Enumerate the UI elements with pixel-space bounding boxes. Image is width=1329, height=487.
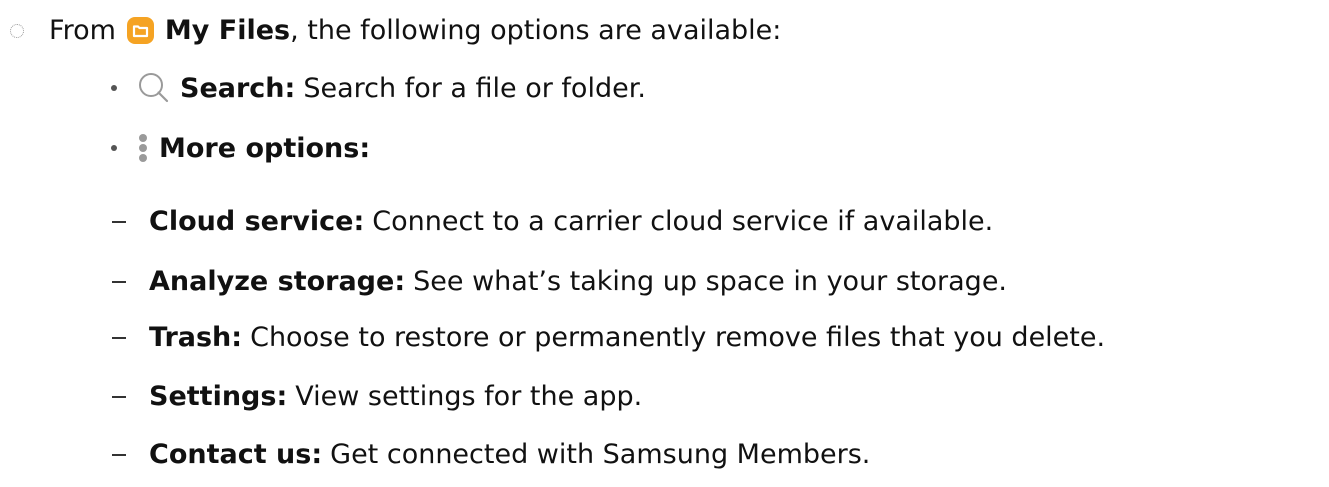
more-options-label: More options <box>159 132 360 164</box>
search-option-label: Search <box>180 72 285 104</box>
more-options-colon: : <box>359 132 371 164</box>
search-icon <box>137 71 171 105</box>
more-option-settings: Settings : View settings for the app. <box>112 383 642 410</box>
contact-us-colon: : <box>311 439 323 470</box>
more-option-trash: Trash : Choose to restore or permanently… <box>112 324 1105 351</box>
contact-us-label: Contact us <box>149 439 312 470</box>
list-bullet <box>111 85 117 91</box>
sub-list-dash <box>112 453 126 456</box>
analyze-storage-description: See what’s taking up space in your stora… <box>413 266 1008 297</box>
intro-line: From My Files , the following options ar… <box>10 16 781 45</box>
analyze-storage-label: Analyze storage <box>149 266 395 297</box>
trash-description: Choose to restore or permanently remove … <box>250 322 1106 353</box>
trash-colon: : <box>231 322 243 353</box>
more-options-icon <box>137 133 149 163</box>
intro-prefix: From <box>49 15 116 46</box>
step-bullet-icon <box>10 23 24 38</box>
search-option-description: Search for a file or folder. <box>303 72 646 104</box>
sub-list-dash <box>112 336 126 339</box>
app-name: My Files <box>164 15 291 46</box>
more-option-cloud-service: Cloud service : Connect to a carrier clo… <box>112 208 993 235</box>
cloud-service-label: Cloud service <box>149 206 354 237</box>
cloud-service-colon: : <box>353 206 365 237</box>
sub-list-dash <box>112 280 126 283</box>
sub-list-dash <box>112 395 126 398</box>
contact-us-description: Get connected with Samsung Members. <box>330 439 871 470</box>
settings-description: View settings for the app. <box>295 381 643 412</box>
sub-list-dash <box>112 220 126 223</box>
cloud-service-description: Connect to a carrier cloud service if av… <box>372 206 994 237</box>
folder-icon <box>126 16 155 45</box>
settings-label: Settings <box>149 381 277 412</box>
more-option-contact-us: Contact us : Get connected with Samsung … <box>112 441 870 468</box>
settings-colon: : <box>276 381 288 412</box>
intro-suffix: , the following options are available: <box>290 15 782 46</box>
search-option-colon: : <box>284 72 296 104</box>
option-search-line: Search : Search for a file or folder. <box>111 71 646 105</box>
option-more-options-line: More options : <box>111 133 370 163</box>
list-bullet <box>111 145 117 151</box>
trash-label: Trash <box>149 322 232 353</box>
more-option-analyze-storage: Analyze storage : See what’s taking up s… <box>112 268 1007 295</box>
analyze-storage-colon: : <box>394 266 406 297</box>
